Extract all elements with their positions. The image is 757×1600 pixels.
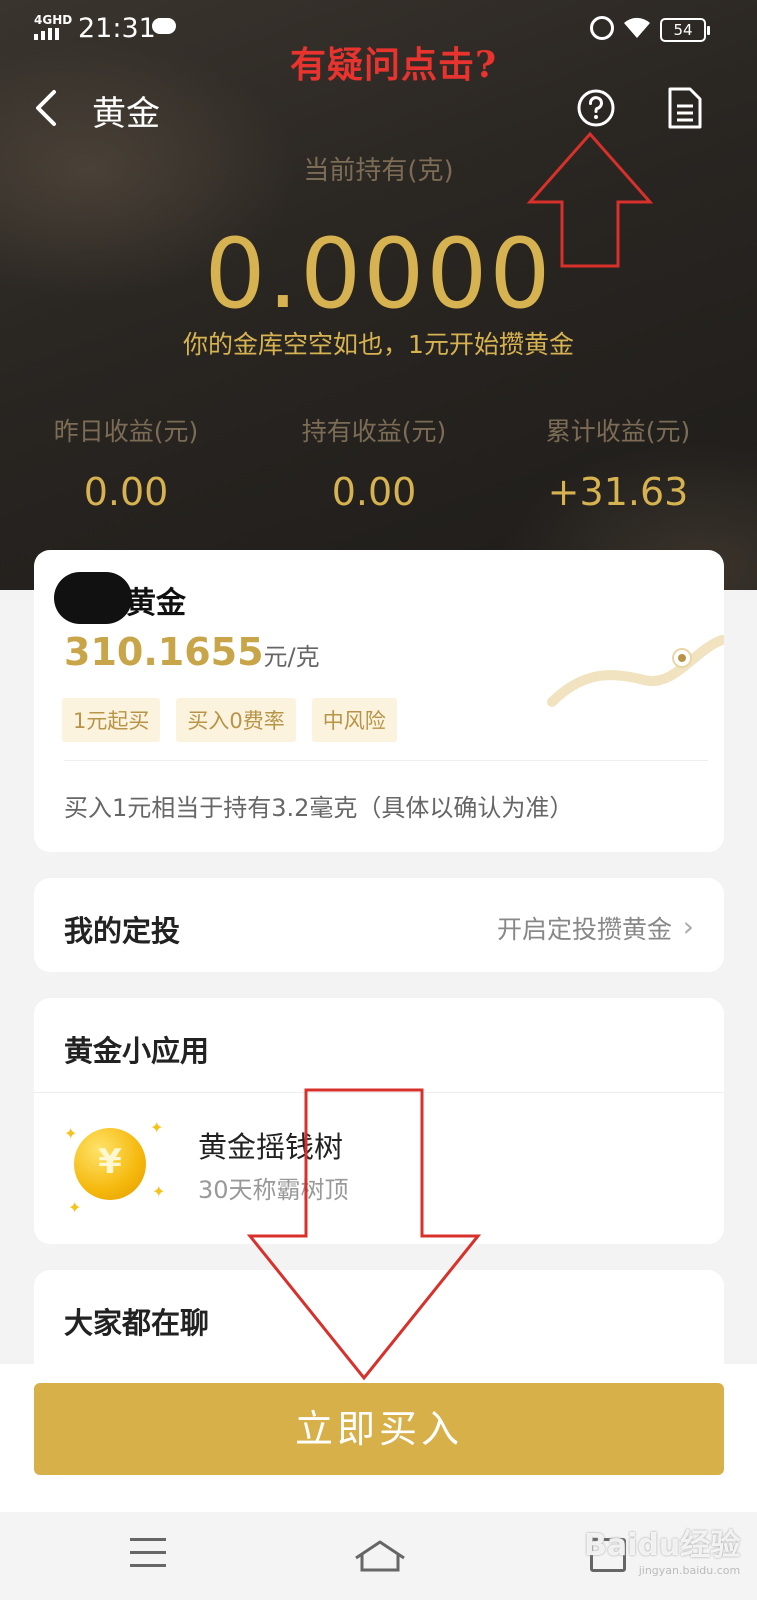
stat-label: 昨日收益(元) [53, 417, 199, 446]
plan-link[interactable]: 开启定投攒黄金 [497, 910, 672, 946]
menu-icon[interactable] [130, 1538, 166, 1568]
price-unit: 元/克 [263, 643, 320, 671]
document-icon [668, 87, 702, 129]
divider [64, 760, 708, 761]
discussion-title: 大家都在聊 [64, 1306, 210, 1340]
tag: 买入0费率 [176, 698, 296, 742]
tag: 中风险 [311, 698, 397, 742]
price-value: 310.1655 [64, 630, 264, 674]
app-subtitle: 30天称霸树顶 [198, 1176, 349, 1204]
chevron-right-icon: › [682, 910, 694, 943]
question-icon [577, 89, 615, 127]
gold-price: 310.1655元/克 [64, 630, 320, 674]
tag-list: 1元起买 买入0费率 中风险 [62, 698, 397, 742]
watermark: Baidu经验 jingyan.baidu.com [584, 1520, 740, 1577]
stat-value: +31.63 [547, 470, 689, 514]
gold-coin-icon: ✦ ✦ ✦ ✦ [64, 1118, 165, 1218]
network-type: 4GHD [34, 13, 73, 27]
holding-tip: 你的金库空空如也，1元开始攒黄金 [183, 330, 574, 359]
price-trend-decoration [547, 635, 724, 707]
back-button[interactable] [30, 86, 70, 130]
gold-apps-card: 黄金小应用 ✦ ✦ ✦ ✦ 黄金摇钱树 30天称霸树顶 [34, 998, 724, 1244]
plan-title: 我的定投 [64, 914, 181, 948]
watermark-sub: jingyan.baidu.com [638, 1564, 741, 1577]
divider [34, 1092, 724, 1093]
auto-invest-card[interactable]: 我的定投 开启定投攒黄金 › [34, 878, 724, 972]
tag: 1元起买 [62, 698, 161, 742]
product-name: 黄金 [126, 586, 186, 621]
stat-yesterday: 昨日收益(元) 0.00 [0, 412, 252, 514]
gold-note: 买入1元相当于持有3.2毫克（具体以确认为准） [64, 794, 574, 822]
chevron-left-icon [36, 90, 56, 126]
alarm-icon [590, 16, 614, 40]
holding-value: 0.0000 [204, 218, 553, 330]
help-button[interactable] [576, 88, 616, 128]
cloud-icon [152, 18, 176, 34]
signal-icon [34, 28, 59, 40]
records-button[interactable] [666, 86, 704, 130]
battery-icon: 54 [660, 18, 710, 42]
stat-total: 累计收益(元) +31.63 [492, 412, 744, 514]
home-icon[interactable] [352, 1536, 408, 1576]
stat-holding: 持有收益(元) 0.00 [248, 412, 500, 514]
watermark-text: Baidu经验 [584, 1528, 741, 1563]
holding-label: 当前持有(克) [303, 156, 454, 186]
stat-value: 0.00 [331, 470, 417, 514]
annotation-text: 有疑问点击? [290, 44, 498, 86]
stat-label: 持有收益(元) [301, 417, 447, 446]
redaction-mark [54, 572, 132, 624]
clock: 21:31 [78, 13, 156, 44]
app-name[interactable]: 黄金摇钱树 [198, 1124, 343, 1166]
gold-product-card[interactable]: 黄金 310.1655元/克 1元起买 买入0费率 中风险 买入1元相当于持有3… [34, 550, 724, 852]
apps-title: 黄金小应用 [64, 1034, 210, 1068]
wifi-icon [622, 14, 652, 46]
stat-label: 累计收益(元) [545, 417, 691, 446]
page-title: 黄金 [92, 94, 160, 134]
buy-now-button[interactable]: 立即买入 [34, 1383, 724, 1475]
stat-value: 0.00 [83, 470, 169, 514]
